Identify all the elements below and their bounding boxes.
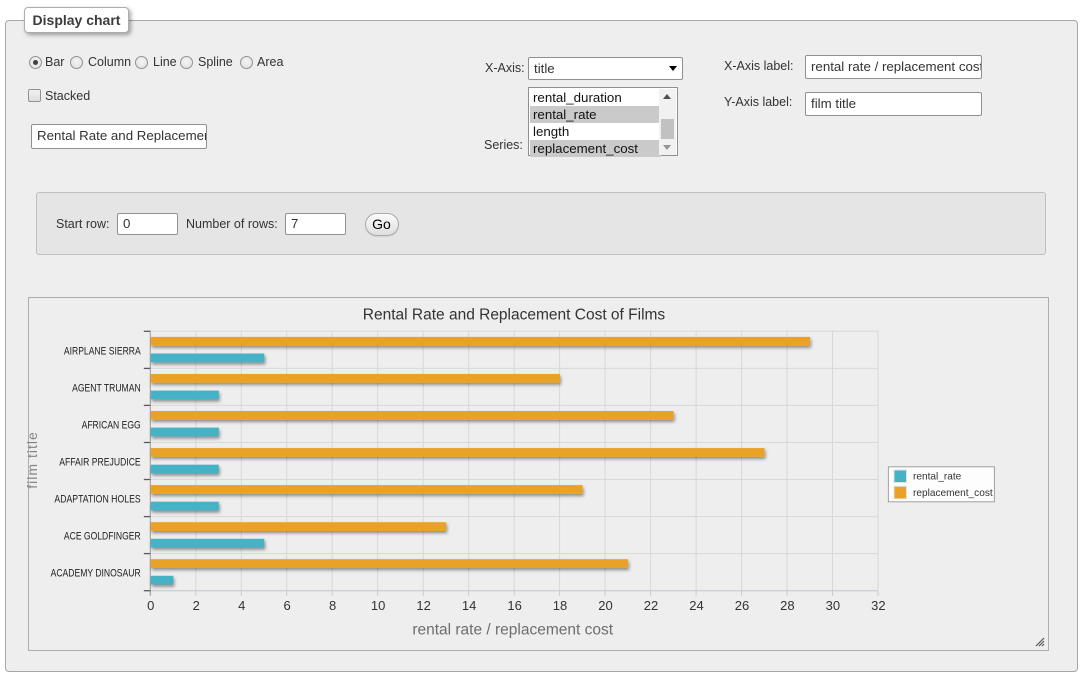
svg-text:rental rate / replacement cost: rental rate / replacement cost (412, 622, 613, 639)
svg-text:28: 28 (780, 598, 794, 613)
svg-text:ACADEMY DINOSAUR: ACADEMY DINOSAUR (51, 568, 141, 580)
svg-text:32: 32 (871, 598, 885, 613)
svg-text:replacement_cost: replacement_cost (913, 488, 993, 499)
svg-text:18: 18 (553, 598, 567, 613)
svg-text:6: 6 (283, 598, 290, 613)
svg-text:ACE GOLDFINGER: ACE GOLDFINGER (64, 531, 141, 543)
svg-text:14: 14 (462, 598, 476, 613)
svg-text:ADAPTATION HOLES: ADAPTATION HOLES (54, 494, 140, 506)
svg-text:AGENT TRUMAN: AGENT TRUMAN (72, 382, 141, 394)
svg-text:film title: film title (24, 431, 40, 488)
svg-text:12: 12 (416, 598, 430, 613)
svg-text:20: 20 (598, 598, 612, 613)
svg-text:rental_rate: rental_rate (913, 472, 962, 483)
svg-text:2: 2 (193, 598, 200, 613)
svg-text:Rental Rate and Replacement Co: Rental Rate and Replacement Cost of Film… (363, 307, 666, 324)
svg-text:4: 4 (238, 598, 245, 613)
svg-text:22: 22 (644, 598, 658, 613)
svg-text:30: 30 (826, 598, 840, 613)
svg-text:8: 8 (329, 598, 336, 613)
svg-text:10: 10 (371, 598, 385, 613)
svg-text:26: 26 (735, 598, 749, 613)
svg-text:0: 0 (147, 598, 154, 613)
svg-text:24: 24 (689, 598, 703, 613)
svg-text:AIRPLANE SIERRA: AIRPLANE SIERRA (64, 345, 141, 357)
svg-text:AFFAIR PREJUDICE: AFFAIR PREJUDICE (59, 457, 141, 469)
svg-text:AFRICAN EGG: AFRICAN EGG (82, 419, 141, 431)
svg-text:16: 16 (507, 598, 521, 613)
